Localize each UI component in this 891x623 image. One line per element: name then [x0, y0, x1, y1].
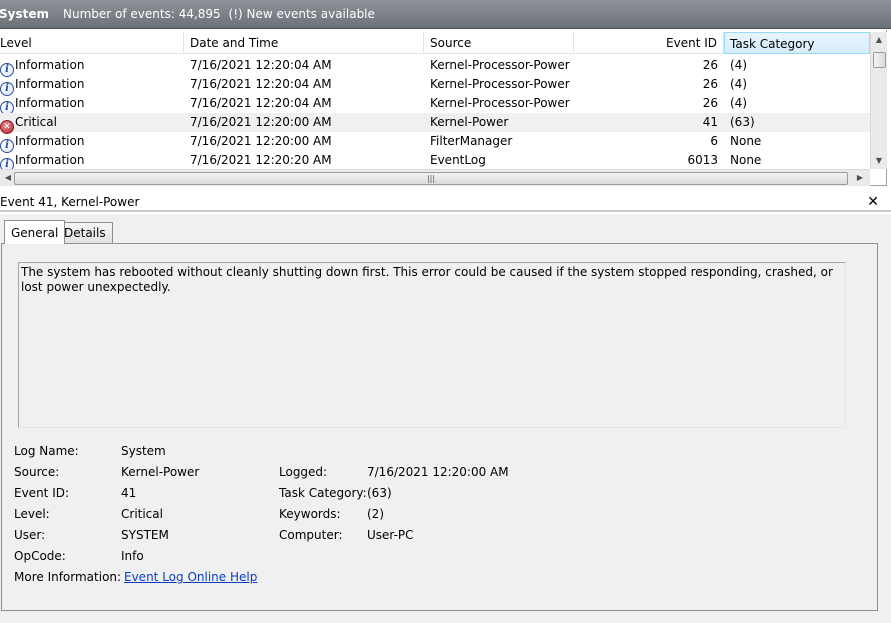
table-row[interactable]: i Information 7/16/2021 12:20:00 AM Filte…	[0, 132, 870, 153]
log-name-value: System	[121, 444, 166, 458]
event-count-text: Number of events: 44,895 (!) New events …	[63, 7, 379, 21]
datetime-cell: 7/16/2021 12:20:04 AM	[190, 77, 332, 91]
task-category-label: Task Category:	[279, 486, 367, 500]
user-value: SYSTEM	[121, 528, 169, 542]
table-row[interactable]: i Information 7/16/2021 12:20:04 AM Kerne…	[0, 56, 870, 77]
level-text: Information	[15, 96, 85, 110]
horizontal-scroll-thumb[interactable]: |||	[14, 172, 848, 185]
event-id-value: 41	[121, 486, 137, 500]
tab-details[interactable]: Details	[57, 222, 113, 244]
detail-title: Event 41, Kernel-Power	[0, 195, 140, 209]
source-cell: EventLog	[430, 153, 486, 167]
task-category-cell: (4)	[730, 58, 747, 72]
event-id-cell: 6	[710, 134, 718, 148]
log-name-label: Log Name:	[14, 444, 79, 458]
event-id-cell: 26	[702, 96, 718, 110]
event-log-online-help-link[interactable]: Event Log Online Help	[124, 570, 257, 584]
event-count: Number of events: 44,895	[63, 7, 221, 21]
event-id-cell: 26	[702, 58, 718, 72]
datetime-cell: 7/16/2021 12:20:20 AM	[190, 153, 332, 167]
source-cell: Kernel-Power	[430, 115, 509, 129]
horizontal-scrollbar[interactable]: ◀ ||| ▶	[0, 169, 870, 186]
table-row[interactable]: i Information 7/16/2021 12:20:04 AM Kerne…	[0, 75, 870, 96]
table-row[interactable]: i Information 7/16/2021 12:20:04 AM Kerne…	[0, 94, 870, 115]
source-cell: Kernel-Processor-Power	[430, 96, 570, 110]
task-category-cell: None	[730, 153, 762, 167]
new-events-notice[interactable]: (!) New events available	[229, 7, 375, 21]
level-cell: i Information	[0, 94, 84, 115]
close-icon[interactable]: ✕	[867, 192, 879, 212]
event-id-cell: 6013	[687, 153, 718, 167]
keywords-value: (2)	[367, 507, 384, 521]
level-cell: i Information	[0, 56, 84, 77]
level-text: Information	[15, 77, 85, 91]
events-grid: Level Date and Time Source Event ID Task…	[0, 30, 887, 186]
level-cell: i Information	[0, 132, 84, 153]
log-title-bar: System Number of events: 44,895 (!) New …	[0, 0, 891, 29]
datetime-cell: 7/16/2021 12:20:00 AM	[190, 134, 332, 148]
table-row[interactable]: i Information 7/16/2021 12:20:20 AM Event…	[0, 151, 870, 172]
level-text: Information	[15, 58, 85, 72]
computer-label: Computer:	[279, 528, 343, 542]
keywords-label: Keywords:	[279, 507, 341, 521]
more-information-label: More Information:	[14, 570, 122, 584]
datetime-cell: 7/16/2021 12:20:04 AM	[190, 96, 332, 110]
level-text: Information	[15, 134, 85, 148]
task-category-cell: (4)	[730, 96, 747, 110]
level-value: Critical	[121, 507, 163, 521]
source-label: Source:	[14, 465, 60, 479]
logged-label: Logged:	[279, 465, 328, 479]
event-id-cell: 26	[702, 77, 718, 91]
event-id-label: Event ID:	[14, 486, 70, 500]
source-value: Kernel-Power	[121, 465, 200, 479]
grid-header: Level Date and Time Source Event ID Task…	[0, 32, 870, 54]
level-text: Critical	[15, 115, 57, 129]
event-description[interactable]: The system has rebooted without cleanly …	[18, 262, 846, 428]
level-cell: i Information	[0, 75, 84, 96]
level-cell: ✕ Critical	[0, 113, 57, 134]
scroll-up-icon[interactable]: ▲	[871, 32, 887, 48]
source-cell: FilterManager	[430, 134, 513, 148]
scroll-down-icon[interactable]: ▼	[871, 153, 887, 169]
table-row-selected[interactable]: ✕ Critical 7/16/2021 12:20:00 AM Kernel-P…	[0, 113, 870, 134]
column-header-task-category[interactable]: Task Category	[724, 32, 870, 54]
column-header-level[interactable]: Level	[0, 32, 184, 54]
task-category-value: (63)	[367, 486, 392, 500]
task-category-cell: (4)	[730, 77, 747, 91]
computer-value: User-PC	[367, 528, 414, 542]
column-header-date-time[interactable]: Date and Time	[184, 32, 424, 54]
general-tab-panel: The system has rebooted without cleanly …	[1, 243, 878, 611]
task-category-cell: (63)	[730, 115, 755, 129]
opcode-label: OpCode:	[14, 549, 66, 563]
task-category-cell: None	[730, 134, 762, 148]
source-cell: Kernel-Processor-Power	[430, 58, 570, 72]
log-name: System	[0, 7, 49, 21]
vertical-scrollbar[interactable]: ▲ ▼	[870, 32, 887, 169]
detail-pane: General Details The system has rebooted …	[0, 214, 891, 623]
level-text: Information	[15, 153, 85, 167]
column-header-event-id[interactable]: Event ID	[574, 32, 724, 54]
user-label: User:	[14, 528, 46, 542]
level-label: Level:	[14, 507, 50, 521]
datetime-cell: 7/16/2021 12:20:04 AM	[190, 58, 332, 72]
opcode-value: Info	[121, 549, 144, 563]
logged-value: 7/16/2021 12:20:00 AM	[367, 465, 509, 479]
source-cell: Kernel-Processor-Power	[430, 77, 570, 91]
vertical-scroll-thumb[interactable]	[873, 52, 886, 68]
datetime-cell: 7/16/2021 12:20:00 AM	[190, 115, 332, 129]
detail-pane-header: Event 41, Kernel-Power ✕	[0, 192, 891, 212]
tab-general[interactable]: General	[4, 220, 66, 244]
column-header-source[interactable]: Source	[424, 32, 574, 54]
scroll-right-icon[interactable]: ▶	[852, 170, 868, 186]
event-id-cell: 41	[702, 115, 718, 129]
